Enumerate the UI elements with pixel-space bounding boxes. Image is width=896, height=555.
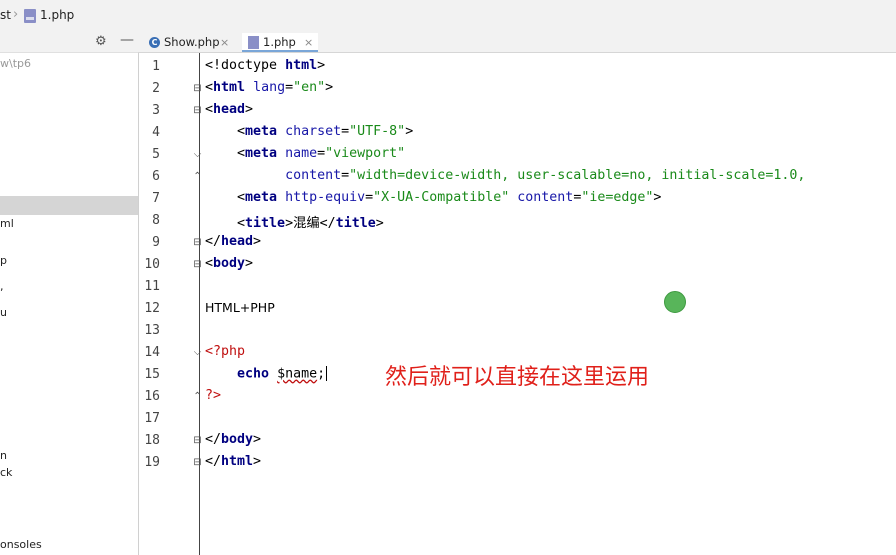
code-line-1: <!doctype html> [205,58,326,73]
code-line-15: echo $name; [205,366,328,382]
code-line-3: <head> [205,102,254,117]
line-number: 7 [152,191,160,206]
code-editor[interactable]: <!doctype html> <html lang="en"> <head> … [200,53,896,555]
text-cursor [326,366,328,381]
project-row[interactable]: p [0,254,7,267]
code-line-12: HTML+PHP [205,300,275,315]
line-number: 9 [152,235,160,250]
code-line-5: <meta name="viewport" [205,146,406,161]
line-number: 11 [144,279,160,294]
project-row[interactable]: onsoles [0,538,42,551]
close-icon[interactable]: × [304,33,313,52]
minimize-icon[interactable]: — [120,32,134,48]
line-number: 14 [144,345,160,360]
selected-row[interactable] [0,196,138,215]
code-line-4: <meta charset="UTF-8"> [205,124,414,139]
project-row[interactable]: ck [0,466,12,479]
line-number: 16 [144,389,160,404]
line-number: 19 [144,455,160,470]
line-number: 12 [144,301,160,316]
tab-1-php[interactable]: 1.php × [242,33,318,52]
code-line-9: </head> [205,234,262,249]
php-variable: $name [277,366,318,382]
line-number: 1 [152,59,160,74]
editor-tabs: C Show.php × 1.php × [138,33,896,53]
code-line-19: </html> [205,454,262,469]
line-number: 15 [144,367,160,382]
title-text: 混编 [293,216,320,231]
class-icon: C [149,37,160,48]
line-number: 6 [152,169,160,184]
code-line-7: <meta http-equiv="X-UA-Compatible" conte… [205,190,662,205]
line-number: 13 [144,323,160,338]
line-number: 5 [152,147,160,162]
project-panel: w\tp6 ml p , u n ck onsoles [0,53,139,555]
code-line-6: content="width=device-width, user-scalab… [285,168,806,183]
code-line-16: ?> [205,388,222,403]
echo-keyword: echo [237,366,270,382]
code-line-2: <html lang="en"> [205,80,334,95]
breadcrumb-file[interactable]: 1.php [40,8,74,22]
tab-label: Show.php [164,35,220,49]
php-file-icon [248,36,259,49]
close-icon[interactable]: × [220,33,229,52]
line-number: 10 [144,257,160,272]
line-number: 8 [152,213,160,228]
line-gutter: 1 2 3 4 5 6 7 8 9 10 11 12 13 14 15 16 1… [139,53,202,555]
line-number: 17 [144,411,160,426]
gear-icon[interactable]: ⚙ [95,34,107,49]
line-number: 18 [144,433,160,448]
line-number: 4 [152,125,160,140]
pointer-dot-icon [664,291,686,313]
php-file-icon [24,9,36,23]
semicolon: ; [317,366,326,382]
project-row[interactable]: u [0,306,7,319]
project-row[interactable]: ml [0,217,14,230]
code-line-18: </body> [205,432,262,447]
tab-show-php[interactable]: C Show.php × [146,33,232,52]
code-line-14: <?php [205,344,246,359]
project-row[interactable]: , [0,280,4,293]
breadcrumb: st › 1.php [0,0,896,34]
project-toolbar: ⚙ — [0,32,138,53]
project-path: w\tp6 [0,57,31,70]
project-row[interactable]: n [0,449,7,462]
code-line-10: <body> [205,256,254,271]
line-number: 2 [152,81,160,96]
breadcrumb-project[interactable]: st [0,8,11,22]
code-line-8: <title>混编</title> [205,216,384,231]
chevron-right-icon: › [13,7,19,22]
line-number: 3 [152,103,160,118]
annotation-text: 然后就可以直接在这里运用 [385,365,650,390]
tab-label: 1.php [263,35,296,49]
